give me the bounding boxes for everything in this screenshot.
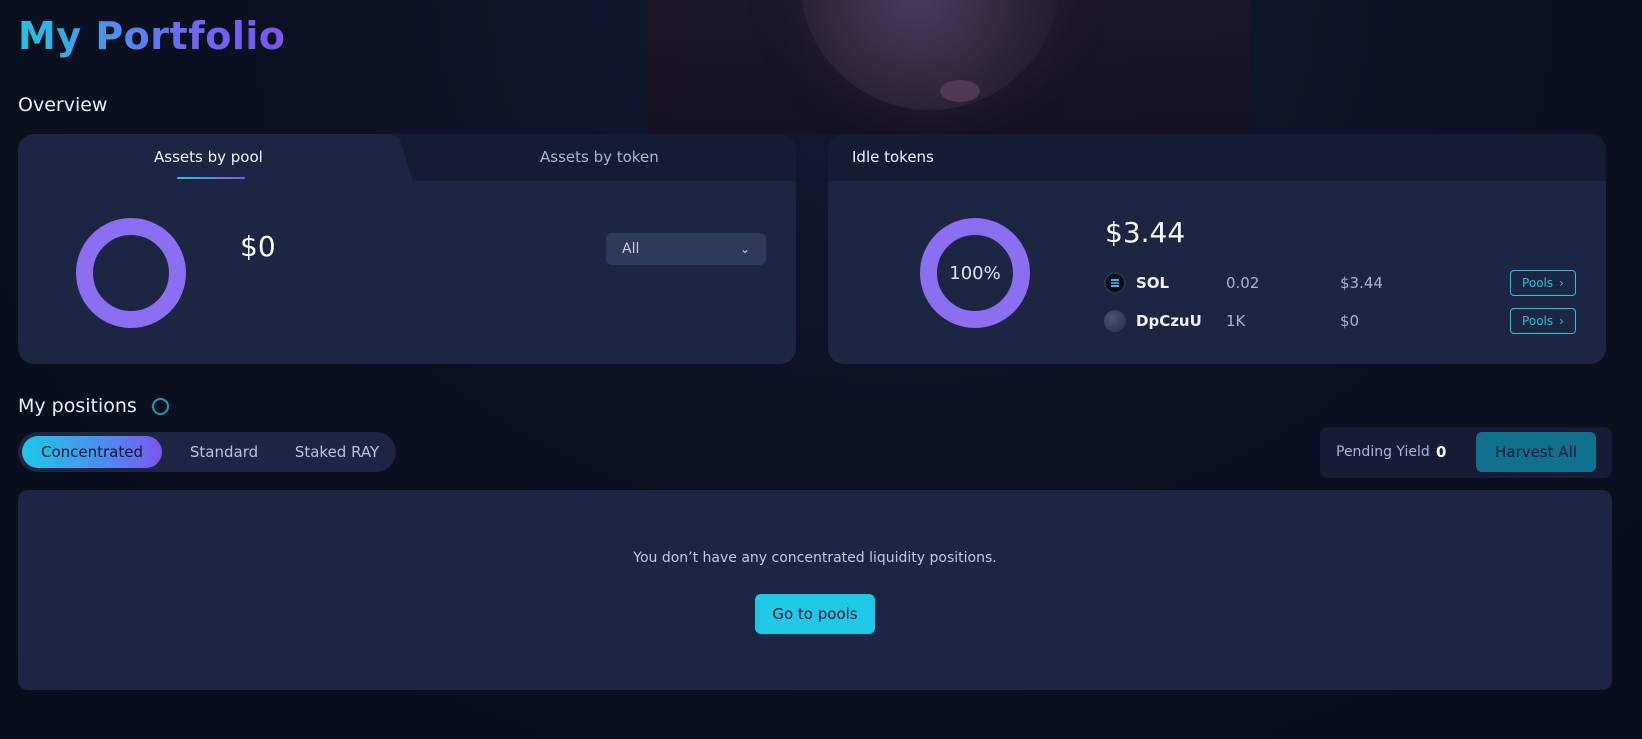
loading-spinner-icon xyxy=(152,398,169,415)
tab-assets-by-pool[interactable]: Assets by pool xyxy=(154,148,263,166)
chevron-right-icon: › xyxy=(1559,314,1564,328)
token-amount: 0.02 xyxy=(1226,274,1260,292)
sol-pools-button[interactable]: Pools › xyxy=(1510,270,1576,296)
pending-yield-label: Pending Yield xyxy=(1336,444,1430,460)
pool-filter-value: All xyxy=(622,241,640,257)
idle-tokens-title: Idle tokens xyxy=(852,148,934,166)
positions-tab-group: Concentrated Standard Staked RAY xyxy=(18,432,396,472)
token-symbol: DpCzuU xyxy=(1136,312,1202,330)
dpczuu-pools-button[interactable]: Pools › xyxy=(1510,308,1576,334)
pending-yield-panel: Pending Yield 0 Harvest All xyxy=(1320,427,1612,478)
chevron-down-icon: ⌄ xyxy=(739,242,750,256)
harvest-all-button[interactable]: Harvest All xyxy=(1476,432,1596,472)
pending-yield-value: 0 xyxy=(1436,443,1447,461)
page-title: My Portfolio xyxy=(18,14,286,58)
tab-standard[interactable]: Standard xyxy=(170,436,278,468)
token-row: DpCzuU 1K $0 Pools › xyxy=(1104,308,1576,336)
portfolio-page: My Portfolio Overview Assets by pool Ass… xyxy=(0,0,1642,739)
idle-tokens-header xyxy=(828,134,1606,181)
tab-assets-by-token[interactable]: Assets by token xyxy=(540,148,659,166)
idle-tokens-donut-chart: 100% xyxy=(920,218,1030,328)
chevron-right-icon: › xyxy=(1559,276,1564,290)
token-usd-value: $0 xyxy=(1340,312,1360,330)
pools-button-label: Pools xyxy=(1522,276,1554,290)
token-row: SOL 0.02 $3.44 Pools › xyxy=(1104,270,1576,298)
token-usd-value: $3.44 xyxy=(1340,274,1383,292)
empty-state-message: You don’t have any concentrated liquidit… xyxy=(633,550,997,566)
idle-tokens-donut-label: 100% xyxy=(949,262,1001,284)
token-amount: 1K xyxy=(1226,312,1246,330)
tab-concentrated[interactable]: Concentrated xyxy=(22,436,162,468)
positions-empty-state: You don’t have any concentrated liquidit… xyxy=(18,490,1612,690)
pools-button-label: Pools xyxy=(1522,314,1554,328)
pool-filter-select[interactable]: All ⌄ xyxy=(606,233,766,265)
my-positions-heading: My positions xyxy=(18,395,137,417)
token-symbol: SOL xyxy=(1136,274,1170,292)
assets-donut-chart xyxy=(76,218,186,328)
active-tab-indicator xyxy=(177,177,245,179)
idle-tokens-total: $3.44 xyxy=(1105,216,1186,249)
tab-staked-ray[interactable]: Staked RAY xyxy=(284,436,390,468)
dpczuu-token-icon xyxy=(1104,310,1126,332)
sol-token-icon xyxy=(1104,272,1126,294)
go-to-pools-button[interactable]: Go to pools xyxy=(755,594,875,634)
overview-heading: Overview xyxy=(18,94,108,116)
assets-total-value: $0 xyxy=(240,230,276,263)
